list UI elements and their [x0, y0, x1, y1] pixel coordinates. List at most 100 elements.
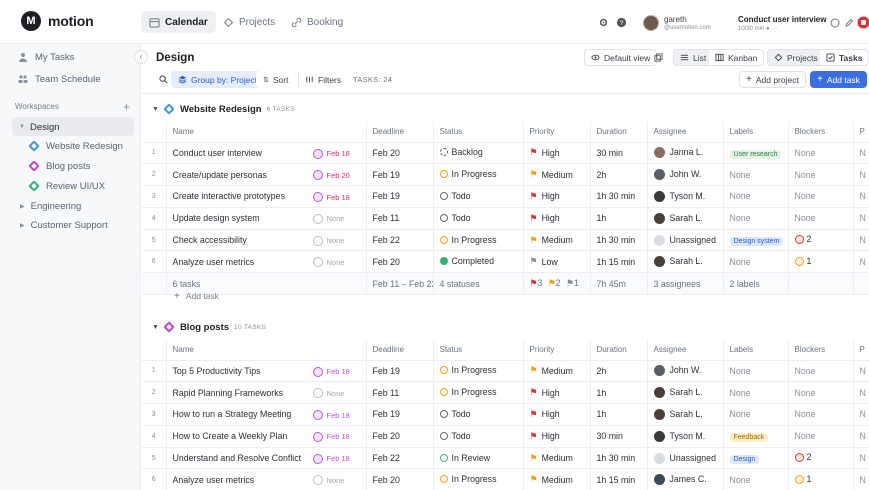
labels-cell[interactable]: User research — [723, 142, 789, 165]
column-header[interactable]: Labels — [723, 122, 789, 143]
deadline-cell[interactable]: Feb 19 — [366, 360, 434, 383]
labels-cell[interactable]: None — [723, 250, 789, 274]
sidebar-item-review-ui-ux[interactable]: Review UI/UX — [0, 177, 141, 195]
settings-icon[interactable] — [598, 17, 609, 28]
copy-icon[interactable] — [654, 53, 663, 62]
deadline-cell[interactable]: Feb 22 — [366, 447, 434, 470]
priority-cell[interactable]: ⚑ High — [523, 403, 591, 426]
blockers-cell[interactable]: 1 — [788, 250, 854, 274]
column-header[interactable]: Deadline — [366, 340, 434, 361]
sidebar-item-team-schedule[interactable]: Team Schedule — [0, 70, 141, 88]
priority-cell[interactable]: ⚑ Medium — [523, 163, 591, 187]
task-name-cell[interactable]: Create interactive prototypes Feb 18 — [165, 185, 367, 208]
p-cell[interactable]: N — [853, 163, 869, 187]
schedule-pill[interactable]: Feb 18 — [312, 431, 350, 442]
blockers-cell[interactable]: None — [788, 360, 854, 383]
schedule-pill[interactable]: Feb 18 — [312, 366, 350, 377]
labels-cell[interactable]: None — [723, 207, 789, 230]
table-row[interactable]: 5 Understand and Resolve Conflict Feb 18 Fe… — [142, 447, 869, 470]
status-cell[interactable]: In Progress — [433, 468, 524, 490]
deadline-cell[interactable]: Feb 20 — [366, 250, 434, 274]
blockers-cell[interactable]: 2 — [788, 229, 854, 252]
labels-cell[interactable]: None — [723, 163, 789, 187]
status-cell[interactable]: In Progress — [433, 360, 524, 383]
column-header[interactable]: P — [853, 340, 869, 361]
assignee-cell[interactable]: Sarah L. — [647, 250, 724, 274]
user-avatar[interactable] — [643, 15, 659, 31]
column-header[interactable]: Assignee — [647, 122, 724, 143]
status-cell[interactable]: In Review — [433, 447, 524, 470]
assignee-cell[interactable]: John W. — [647, 163, 724, 187]
task-name-cell[interactable]: Rapid Planning Frameworks None — [165, 381, 367, 405]
duration-cell[interactable]: 1h 30 min — [590, 447, 648, 470]
column-header[interactable]: Duration — [590, 340, 648, 361]
motion-logo[interactable]: M — [21, 11, 41, 31]
blockers-cell[interactable]: None — [788, 185, 854, 208]
filters-button[interactable]: Filters — [298, 71, 349, 88]
task-name-cell[interactable]: Top 5 Productivity Tips Feb 18 — [165, 360, 367, 383]
add-workspace-button[interactable]: + — [123, 100, 130, 114]
search-icon[interactable] — [159, 75, 168, 84]
duration-cell[interactable]: 30 min — [590, 142, 648, 165]
assignee-cell[interactable]: Sarah L. — [647, 381, 724, 405]
priority-cell[interactable]: ⚑ Medium — [523, 229, 591, 252]
column-header[interactable]: Blockers — [788, 340, 854, 361]
table-row[interactable]: 3 Create interactive prototypes Feb 18 Feb … — [142, 185, 869, 208]
duration-cell[interactable]: 1h — [590, 403, 648, 426]
circle-icon[interactable] — [830, 18, 840, 28]
deadline-cell[interactable]: Feb 19 — [366, 163, 434, 187]
deadline-cell[interactable]: Feb 11 — [366, 381, 434, 405]
priority-cell[interactable]: ⚑ High — [523, 425, 591, 448]
blockers-cell[interactable]: None — [788, 207, 854, 230]
labels-cell[interactable]: Design — [723, 447, 789, 470]
table-row[interactable]: 4 Update design system None Feb 11 Todo ⚑ High… — [142, 207, 869, 230]
column-header[interactable]: Name — [165, 122, 367, 143]
sidebar-item-design[interactable]: ▼ Design — [0, 118, 141, 136]
priority-cell[interactable]: ⚑ Medium — [523, 468, 591, 490]
assignee-cell[interactable]: Unassigned — [647, 447, 724, 470]
p-cell[interactable]: N — [853, 403, 869, 426]
next-event-title[interactable]: Conduct user interview — [738, 15, 826, 24]
column-header[interactable]: P — [853, 122, 869, 143]
priority-cell[interactable]: ⚑ High — [523, 381, 591, 405]
assignee-cell[interactable]: Tyson M. — [647, 185, 724, 208]
add-project-button[interactable]: + Add project — [739, 71, 806, 88]
table-row[interactable]: 5 Check accessibility None Feb 22 In Progres… — [142, 229, 869, 252]
group-header-blog-posts[interactable]: ▼ Blog posts 10 TASKS — [152, 320, 266, 334]
priority-cell[interactable]: ⚑ Low — [523, 250, 591, 274]
duration-cell[interactable]: 30 min — [590, 425, 648, 448]
tasks-toggle-button[interactable]: Tasks — [820, 49, 869, 66]
task-name-cell[interactable]: Create/update personas Feb 20 — [165, 163, 367, 187]
deadline-cell[interactable]: Feb 19 — [366, 185, 434, 208]
list-view-button[interactable]: List — [673, 49, 714, 66]
deadline-cell[interactable]: Feb 20 — [366, 142, 434, 165]
sidebar-item-my-tasks[interactable]: My Tasks — [0, 48, 141, 66]
sidebar-item-customer-support[interactable]: ▶ Customer Support — [0, 216, 141, 234]
schedule-pill[interactable]: None — [312, 235, 344, 246]
labels-cell[interactable]: None — [723, 185, 789, 208]
p-cell[interactable]: N — [853, 142, 869, 165]
table-row[interactable]: 3 How to run a Strategy Meeting Feb 18 Feb … — [142, 403, 869, 426]
labels-cell[interactable]: None — [723, 403, 789, 426]
status-cell[interactable]: Backlog — [433, 142, 524, 165]
tab-projects[interactable]: Projects — [215, 11, 283, 33]
task-name-cell[interactable]: How to run a Strategy Meeting Feb 18 — [165, 403, 367, 426]
task-name-cell[interactable]: How to Create a Weekly Plan Feb 18 — [165, 425, 367, 448]
column-header[interactable]: Priority — [523, 122, 591, 143]
deadline-cell[interactable]: Feb 11 — [366, 207, 434, 230]
blockers-cell[interactable]: 2 — [788, 447, 854, 470]
labels-cell[interactable]: Feedback — [723, 425, 789, 448]
priority-cell[interactable]: ⚑ Medium — [523, 447, 591, 470]
labels-cell[interactable]: Design system — [723, 229, 789, 252]
deadline-cell[interactable]: Feb 20 — [366, 468, 434, 490]
labels-cell[interactable]: None — [723, 360, 789, 383]
column-header[interactable]: Assignee — [647, 340, 724, 361]
column-header[interactable]: Blockers — [788, 122, 854, 143]
p-cell[interactable]: N — [853, 381, 869, 405]
assignee-cell[interactable]: Sarah L. — [647, 207, 724, 230]
column-header[interactable]: Status — [433, 122, 524, 143]
duration-cell[interactable]: 2h — [590, 360, 648, 383]
help-icon[interactable]: ? — [616, 17, 627, 28]
column-header[interactable]: Priority — [523, 340, 591, 361]
table-row[interactable]: 1 Top 5 Productivity Tips Feb 18 Feb 19 In P… — [142, 360, 869, 383]
